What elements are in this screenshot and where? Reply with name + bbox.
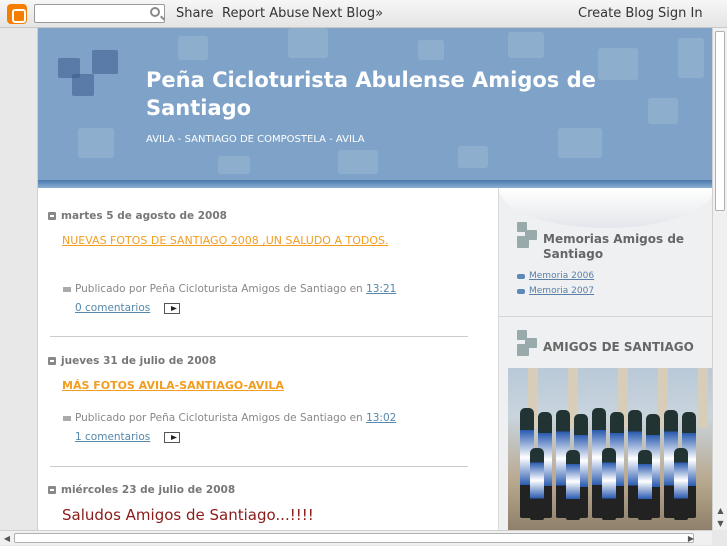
scroll-right-arrow-icon[interactable]: ▶ [684, 531, 698, 546]
vertical-scrollbar-thumb[interactable] [715, 31, 725, 211]
email-post-icon[interactable] [164, 432, 180, 443]
blogger-navbar: Share Report Abuse Next Blog» Create Blo… [0, 0, 727, 28]
blog-header: Peña Cicloturista Abulense Amigos de San… [38, 28, 713, 180]
post-title[interactable]: Saludos Amigos de Santiago...!!!! [62, 506, 314, 524]
widget-title-amigos: AMIGOS DE SANTIAGO [543, 340, 694, 354]
horizontal-scrollbar-thumb[interactable] [14, 533, 694, 543]
header-logo-icon [58, 50, 118, 100]
blog-title[interactable]: Peña Cicloturista Abulense Amigos de San… [146, 66, 626, 122]
post-footer: Publicado por Peña Cicloturista Amigos d… [63, 283, 396, 295]
post-separator [50, 466, 468, 467]
next-blog-link[interactable]: Next Blog» [312, 6, 383, 21]
widget-icon [517, 330, 539, 358]
memoria-2006-link[interactable]: Memoria 2006 [529, 271, 594, 281]
blog-page: Peña Cicloturista Abulense Amigos de San… [37, 28, 714, 530]
widget-icon [517, 222, 539, 250]
comments-link[interactable]: 1 comentarios [75, 431, 150, 443]
report-abuse-link[interactable]: Report Abuse [222, 6, 309, 21]
share-link[interactable]: Share [176, 6, 214, 21]
post-footer: Publicado por Peña Cicloturista Amigos d… [63, 412, 396, 424]
bullet-icon [517, 274, 525, 279]
comments-link[interactable]: 0 comentarios [75, 302, 150, 314]
collapse-icon [48, 486, 56, 494]
post-icon [63, 287, 71, 292]
scrollbar-corner [712, 530, 727, 545]
sidebar-separator [499, 316, 714, 317]
blogger-logo-icon[interactable] [7, 4, 27, 24]
post-title-link[interactable]: MÁS FOTOS AVILA-SANTIAGO-AVILA [62, 379, 284, 392]
collapse-icon [48, 212, 56, 220]
post-time-link[interactable]: 13:21 [366, 283, 396, 295]
search-icon[interactable] [150, 7, 160, 17]
post-time-link[interactable]: 13:02 [366, 412, 396, 424]
collapse-icon [48, 357, 56, 365]
search-input[interactable] [34, 4, 165, 23]
horizontal-scrollbar[interactable]: ◀ ▶ [0, 530, 712, 545]
email-post-icon[interactable] [164, 303, 180, 314]
main-column: martes 5 de agosto de 2008 NUEVAS FOTOS … [38, 188, 498, 530]
scroll-left-arrow-icon[interactable]: ◀ [0, 531, 14, 546]
post-date: miércoles 23 de julio de 2008 [48, 484, 235, 496]
sidebar: Memorias Amigos de Santiago Memoria 2006… [498, 188, 714, 530]
post-title-link[interactable]: NUEVAS FOTOS DE SANTIAGO 2008 ,UN SALUDO… [62, 234, 388, 247]
sign-in-link[interactable]: Sign In [658, 6, 703, 21]
post-date: jueves 31 de julio de 2008 [48, 355, 216, 367]
memoria-2007-link[interactable]: Memoria 2007 [529, 286, 594, 296]
header-divider [38, 180, 713, 188]
bullet-icon [517, 289, 525, 294]
create-blog-link[interactable]: Create Blog [578, 6, 654, 21]
blog-description: AVILA - SANTIAGO DE COMPOSTELA - AVILA [146, 134, 365, 145]
group-photo[interactable] [508, 368, 714, 530]
post-icon [63, 416, 71, 421]
post-date: martes 5 de agosto de 2008 [48, 210, 227, 222]
vertical-scrollbar[interactable]: ▲ ▼ [712, 28, 727, 530]
scroll-down-arrow-icon[interactable]: ▼ [713, 517, 727, 530]
scroll-up-arrow-icon[interactable]: ▲ [713, 504, 727, 517]
post-separator [50, 336, 468, 337]
widget-title-memorias: Memorias Amigos de Santiago [543, 232, 685, 261]
